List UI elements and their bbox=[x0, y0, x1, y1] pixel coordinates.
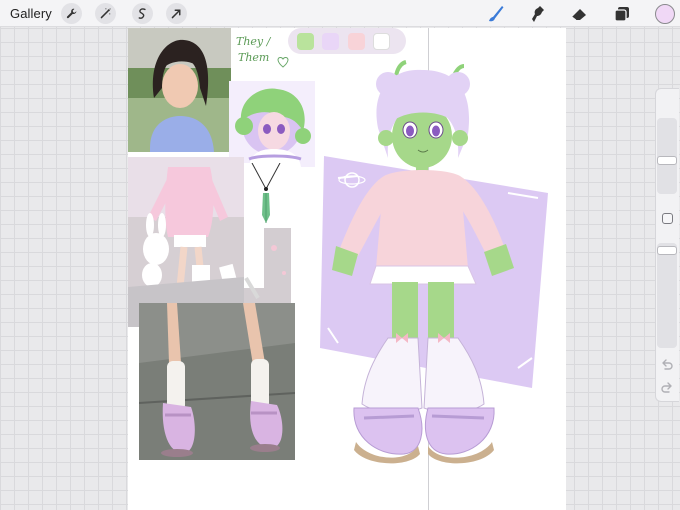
reference-pendant-photo bbox=[244, 163, 289, 228]
eraser-icon[interactable] bbox=[568, 3, 590, 25]
brush-size-handle[interactable] bbox=[657, 156, 677, 165]
brush-icon[interactable] bbox=[484, 3, 506, 25]
layers-icon[interactable] bbox=[611, 3, 633, 25]
note-line-1: They / bbox=[236, 35, 271, 48]
smudge-icon[interactable] bbox=[526, 3, 548, 25]
redo-icon[interactable] bbox=[660, 381, 674, 395]
character-drawing bbox=[318, 58, 550, 468]
reference-photo-pink-outfit-extension bbox=[244, 228, 291, 304]
color-picker-button[interactable] bbox=[655, 4, 675, 24]
reference-photo-portrait bbox=[128, 28, 231, 152]
reference-photo-pink-outfit bbox=[128, 157, 244, 327]
wrench-icon[interactable] bbox=[61, 3, 82, 24]
reference-drawing-portrait bbox=[229, 81, 315, 167]
reference-photo-shoes bbox=[139, 303, 295, 460]
selection-icon[interactable] bbox=[132, 3, 153, 24]
palette-swatch-lavender[interactable] bbox=[322, 33, 339, 50]
opacity-handle[interactable] bbox=[657, 246, 677, 255]
undo-icon[interactable] bbox=[660, 358, 674, 372]
palette-swatch-green[interactable] bbox=[297, 33, 314, 50]
pronoun-note: They / Them bbox=[236, 34, 270, 66]
heart-doodle-icon bbox=[276, 55, 290, 68]
opacity-slider[interactable] bbox=[657, 243, 677, 348]
magic-wand-icon[interactable] bbox=[95, 3, 116, 24]
top-toolbar: Gallery bbox=[0, 0, 680, 27]
gallery-button[interactable]: Gallery bbox=[10, 6, 52, 21]
transform-arrow-icon[interactable] bbox=[166, 3, 187, 24]
palette-swatch-pink[interactable] bbox=[348, 33, 365, 50]
palette-swatch-white[interactable] bbox=[373, 33, 390, 50]
modify-button[interactable] bbox=[662, 213, 673, 224]
note-line-2: Them bbox=[238, 51, 270, 64]
